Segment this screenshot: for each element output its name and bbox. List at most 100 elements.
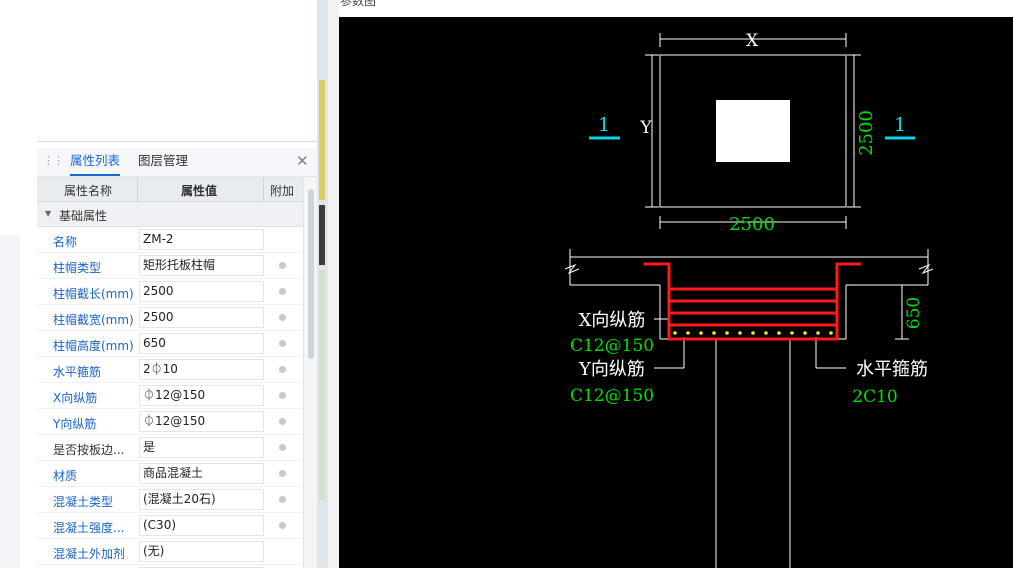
extra-radio-icon[interactable] [279, 340, 286, 347]
extra-radio-icon[interactable] [279, 262, 286, 269]
property-row[interactable]: 是否按板边... 是 [37, 435, 303, 461]
splitter-segment [319, 270, 325, 500]
stirrup-dot [777, 331, 781, 335]
property-rows: 名称 ZM-2 柱帽类型 矩形托板柱帽柱帽截长(mm) 2500 柱帽截宽(mm) 2500… [37, 227, 303, 568]
property-row[interactable]: 柱帽截宽(mm) 2500 [37, 305, 303, 331]
section-mark-left: 1 [598, 114, 610, 136]
collapse-triangle-icon[interactable]: ▼ [45, 209, 51, 218]
panel-tab-bar: ⋮⋮ 属性列表 图层管理 ✕ [37, 148, 317, 177]
property-value-input[interactable]: ⏀12@150 [139, 385, 264, 406]
break-mark-left [564, 263, 580, 275]
property-row[interactable]: 混凝土强度... (C30) [37, 513, 303, 539]
plan-height-value: 2500 [856, 110, 877, 156]
stirrup-label: 水平箍筋 [856, 359, 928, 380]
stirrup-dot [712, 331, 716, 335]
property-value-input[interactable]: 商品混凝土 [139, 463, 264, 484]
property-row[interactable]: 混凝土外加剂 (无) [37, 539, 303, 565]
stirrup-dot [738, 331, 742, 335]
property-value-input[interactable]: (混凝土20石) [139, 489, 264, 510]
property-row[interactable]: Y向纵筋 ⏀12@150 [37, 409, 303, 435]
property-value-input[interactable]: (无) [139, 541, 264, 562]
property-value-input[interactable]: 2500 [139, 307, 264, 328]
column-square [716, 100, 790, 162]
header-name[interactable]: 属性名称 [64, 182, 112, 199]
stirrup-dot [816, 331, 820, 335]
header-divider [137, 177, 138, 201]
property-name: X向纵筋 [53, 391, 98, 405]
property-value-input[interactable]: ⏀12@150 [139, 411, 264, 432]
top-blank-pane [37, 0, 318, 142]
property-name: Y向纵筋 [53, 417, 97, 431]
property-row[interactable]: 混凝土类型 (混凝土20石) [37, 487, 303, 513]
pane-splitter[interactable] [317, 0, 328, 568]
property-row[interactable]: 柱帽高度(mm) 650 [37, 331, 303, 357]
property-name: 名称 [53, 235, 78, 249]
property-row[interactable]: 名称 ZM-2 [37, 227, 303, 253]
property-name: 材质 [53, 469, 78, 483]
header-value[interactable]: 属性值 [181, 182, 217, 199]
property-value-input[interactable]: 2500 [139, 281, 264, 302]
scrollbar-thumb[interactable] [308, 189, 314, 359]
section-mark-right: 1 [894, 114, 906, 136]
stirrup-dot [764, 331, 768, 335]
y-bar-value: C12@150 [570, 386, 654, 406]
property-row[interactable]: 柱帽截长(mm) 2500 [37, 279, 303, 305]
extra-radio-icon[interactable] [279, 392, 286, 399]
property-value-input[interactable]: (C30) [139, 515, 264, 536]
extra-radio-icon[interactable] [279, 288, 286, 295]
property-name: 混凝土类型 [53, 495, 114, 509]
x-bar-label: X向纵筋 [579, 310, 646, 331]
property-value-input[interactable]: 矩形托板柱帽 [139, 255, 264, 276]
grid-scrollbar[interactable] [303, 177, 318, 568]
plan-y-label: Y [639, 118, 652, 138]
extra-radio-icon[interactable] [279, 418, 286, 425]
property-name: 柱帽截长(mm) [53, 287, 134, 301]
canvas-margin [328, 0, 339, 568]
stirrup-dot [699, 331, 703, 335]
property-value-input[interactable]: ZM-2 [139, 229, 264, 250]
grid-header: 属性名称 属性值 附加 [37, 177, 303, 202]
rebar [644, 262, 861, 341]
property-grid: 属性名称 属性值 附加 ▼ 基础属性 名称 ZM-2 柱帽类型 矩形托板柱帽 柱帽截长(… [37, 177, 303, 568]
close-icon[interactable]: ✕ [296, 152, 309, 170]
stirrup-dot [751, 331, 755, 335]
extra-radio-icon[interactable] [279, 366, 286, 373]
stirrup-dot [673, 331, 677, 335]
property-value-input[interactable]: 2⏀10 [139, 359, 264, 380]
section-depth-value: 650 [904, 297, 924, 329]
plan-view [645, 33, 861, 229]
splitter-segment [319, 205, 325, 265]
property-row[interactable]: 材质 商品混凝土 [37, 461, 303, 487]
parameter-drawing-canvas[interactable]: X Y 2500 2500 1 1 650 X向纵筋 C12@150 Y向纵筋 … [339, 17, 1013, 568]
extra-radio-icon[interactable] [279, 496, 286, 503]
splitter-segment [319, 80, 325, 200]
property-value-input[interactable]: 650 [139, 333, 264, 354]
property-name: 柱帽截宽(mm) [53, 313, 134, 327]
property-row[interactable]: X向纵筋 ⏀12@150 [37, 383, 303, 409]
drawing-title: 参数图 [340, 0, 377, 8]
header-extra[interactable]: 附加 [270, 182, 294, 199]
x-bar-value: C12@150 [570, 336, 654, 356]
property-value-input[interactable]: 是 [139, 437, 264, 458]
extra-radio-icon[interactable] [279, 444, 286, 451]
stirrup-dots [673, 331, 833, 335]
tab-layers[interactable]: 图层管理 [138, 154, 188, 174]
left-strip [0, 0, 37, 568]
section-view [564, 249, 934, 568]
property-row[interactable]: 水平箍筋 2⏀10 [37, 357, 303, 383]
stirrup-dot [803, 331, 807, 335]
property-name: 柱帽高度(mm) [53, 339, 134, 353]
property-row[interactable]: 柱帽类型 矩形托板柱帽 [37, 253, 303, 279]
header-divider [263, 177, 264, 201]
group-basic[interactable]: ▼ 基础属性 [37, 202, 303, 227]
plan-width-value: 2500 [729, 214, 775, 235]
drawing-svg: X Y 2500 2500 1 1 650 X向纵筋 C12@150 Y向纵筋 … [564, 31, 934, 568]
extra-radio-icon[interactable] [279, 470, 286, 477]
tab-properties[interactable]: 属性列表 [70, 154, 121, 176]
property-name: 混凝土强度... [53, 521, 125, 535]
drag-handle-icon[interactable]: ⋮⋮ [43, 154, 64, 168]
extra-radio-icon[interactable] [279, 522, 286, 529]
stirrup-value: 2C10 [852, 387, 897, 407]
stirrup-dot [686, 331, 690, 335]
extra-radio-icon[interactable] [279, 314, 286, 321]
